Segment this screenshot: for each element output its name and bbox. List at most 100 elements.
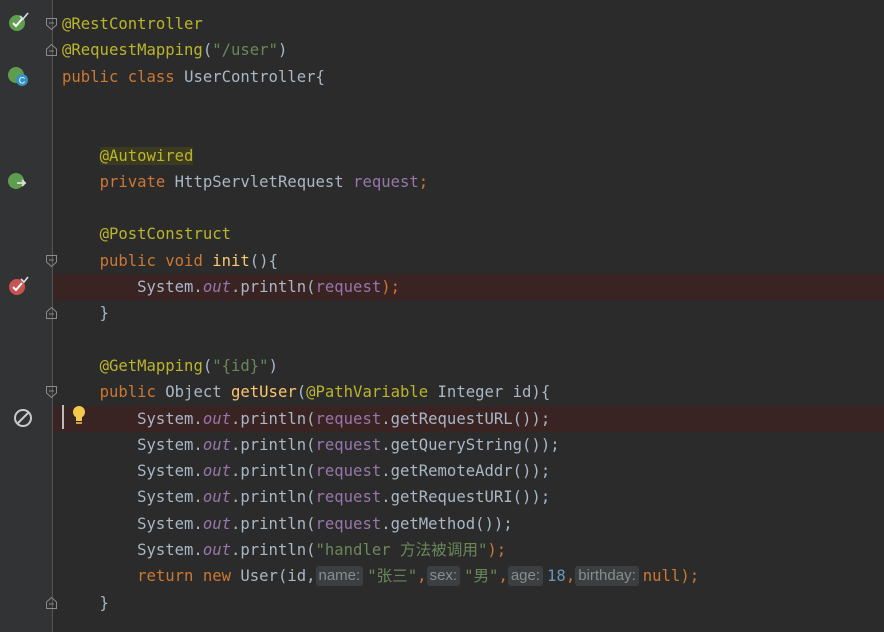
code-token: "handler 方法被调用" bbox=[315, 541, 488, 559]
code-token: System. bbox=[62, 488, 203, 506]
code-line[interactable]: System.out.println(request.getRemoteAddr… bbox=[62, 458, 550, 484]
code-token: .println( bbox=[231, 515, 316, 533]
code-token: } bbox=[62, 594, 109, 612]
code-token: "/user" bbox=[212, 41, 278, 59]
code-token: init bbox=[212, 252, 250, 270]
code-token: out bbox=[202, 515, 231, 533]
code-editor[interactable]: C @RestController @RequestMapping("/user"… bbox=[0, 0, 884, 632]
code-line[interactable]: } bbox=[62, 590, 109, 616]
code-token: request bbox=[315, 515, 382, 533]
code-token: public void bbox=[99, 252, 213, 270]
parameter-hint: sex: bbox=[426, 566, 461, 586]
code-token: request bbox=[353, 173, 419, 191]
code-line[interactable]: @PostConstruct bbox=[62, 221, 231, 247]
code-token: } bbox=[62, 304, 109, 322]
fold-end-icon[interactable] bbox=[45, 596, 58, 610]
code-token: (){ bbox=[249, 252, 278, 270]
code-token: return new bbox=[137, 567, 241, 585]
code-token: request bbox=[315, 436, 382, 454]
code-token: .getRequestURI()); bbox=[381, 488, 551, 506]
parameter-hint: birthday: bbox=[575, 566, 639, 586]
code-token: @PathVariable bbox=[306, 383, 438, 401]
code-token: private bbox=[99, 173, 175, 191]
code-token: ( bbox=[202, 357, 213, 375]
fold-start-icon[interactable] bbox=[45, 254, 58, 268]
code-line[interactable]: System.out.println("handler 方法被调用"); bbox=[62, 537, 506, 563]
code-token: .getMethod()); bbox=[381, 515, 513, 533]
autowired-navigate-icon[interactable] bbox=[7, 170, 29, 192]
fold-end-icon[interactable] bbox=[45, 43, 58, 57]
code-token: , bbox=[417, 567, 427, 585]
code-token: UserController{ bbox=[184, 68, 325, 86]
code-token: .getRequestURL()); bbox=[381, 410, 551, 428]
code-line[interactable]: public Object getUser(@PathVariable Inte… bbox=[62, 379, 551, 405]
code-token: .println( bbox=[231, 462, 316, 480]
code-line[interactable]: @Autowired bbox=[62, 143, 194, 169]
fold-end-icon[interactable] bbox=[45, 306, 58, 320]
spring-controller-class-icon[interactable]: C bbox=[7, 65, 29, 87]
code-line[interactable]: System.out.println(request.getQueryStrin… bbox=[62, 432, 560, 458]
code-token: ( bbox=[296, 383, 307, 401]
code-token: Object bbox=[165, 383, 231, 401]
code-line[interactable]: } bbox=[62, 300, 109, 326]
code-line[interactable]: @RequestMapping("/user") bbox=[62, 37, 287, 63]
code-token: System. bbox=[62, 515, 203, 533]
code-line[interactable]: System.out.println(request.getRequestURI… bbox=[62, 484, 550, 510]
code-token: request bbox=[315, 488, 382, 506]
code-token: System. bbox=[62, 462, 203, 480]
code-line[interactable]: public class UserController{ bbox=[62, 64, 325, 90]
code-token: User(id, bbox=[240, 567, 316, 585]
code-line[interactable]: System.out.println(request); bbox=[62, 274, 400, 300]
code-line[interactable]: public void init(){ bbox=[62, 248, 278, 274]
spring-bean-check-icon[interactable] bbox=[7, 12, 29, 34]
lightbulb-icon[interactable] bbox=[71, 404, 87, 426]
code-token: Integer id){ bbox=[437, 383, 551, 401]
code-line[interactable]: @RestController bbox=[62, 11, 203, 37]
code-token: public class bbox=[62, 68, 185, 86]
code-token: .println( bbox=[231, 488, 316, 506]
code-token: System. bbox=[62, 278, 203, 296]
code-token: "{id}" bbox=[212, 357, 269, 375]
code-area[interactable]: @RestController @RequestMapping("/user") p… bbox=[53, 0, 884, 632]
code-line[interactable]: return new User(id, name: "张三", sex: "男", age… bbox=[62, 563, 699, 589]
fold-start-icon[interactable] bbox=[45, 385, 58, 399]
code-token: System. bbox=[62, 541, 203, 559]
code-token: ) bbox=[268, 357, 278, 375]
code-token: out bbox=[202, 410, 231, 428]
code-token: ); bbox=[680, 567, 700, 585]
code-line[interactable]: System.out.println(request.getRequestURL… bbox=[62, 406, 550, 432]
code-line[interactable]: private HttpServletRequest request; bbox=[62, 169, 429, 195]
breakpoint-check-icon[interactable] bbox=[7, 275, 29, 297]
code-token: .println( bbox=[231, 541, 316, 559]
code-token: .getQueryString()); bbox=[381, 436, 560, 454]
code-token: , bbox=[565, 567, 576, 585]
parameter-hint: name: bbox=[315, 566, 364, 586]
code-token: .println( bbox=[231, 278, 316, 296]
code-line[interactable]: @GetMapping("{id}") bbox=[62, 353, 278, 379]
code-token: ; bbox=[418, 173, 429, 191]
code-token: null bbox=[642, 567, 681, 585]
code-token: "男" bbox=[464, 567, 499, 585]
code-token: @GetMapping bbox=[99, 357, 203, 375]
code-token: "张三" bbox=[367, 567, 418, 585]
code-token: ) bbox=[277, 41, 288, 59]
code-token: ( bbox=[202, 41, 213, 59]
code-token: ); bbox=[487, 541, 507, 559]
code-token: public bbox=[99, 383, 166, 401]
code-token: @PostConstruct bbox=[99, 225, 231, 243]
code-token: out bbox=[202, 278, 231, 296]
fold-start-icon[interactable] bbox=[45, 17, 58, 31]
code-token: @RequestMapping bbox=[62, 41, 203, 59]
code-token: HttpServletRequest bbox=[174, 173, 354, 191]
code-token: getUser bbox=[231, 383, 297, 401]
parameter-hint: age: bbox=[507, 566, 544, 586]
code-token: out bbox=[202, 488, 231, 506]
muted-breakpoint-icon[interactable] bbox=[12, 407, 34, 429]
code-line[interactable]: System.out.println(request.getMethod()); bbox=[62, 511, 513, 537]
